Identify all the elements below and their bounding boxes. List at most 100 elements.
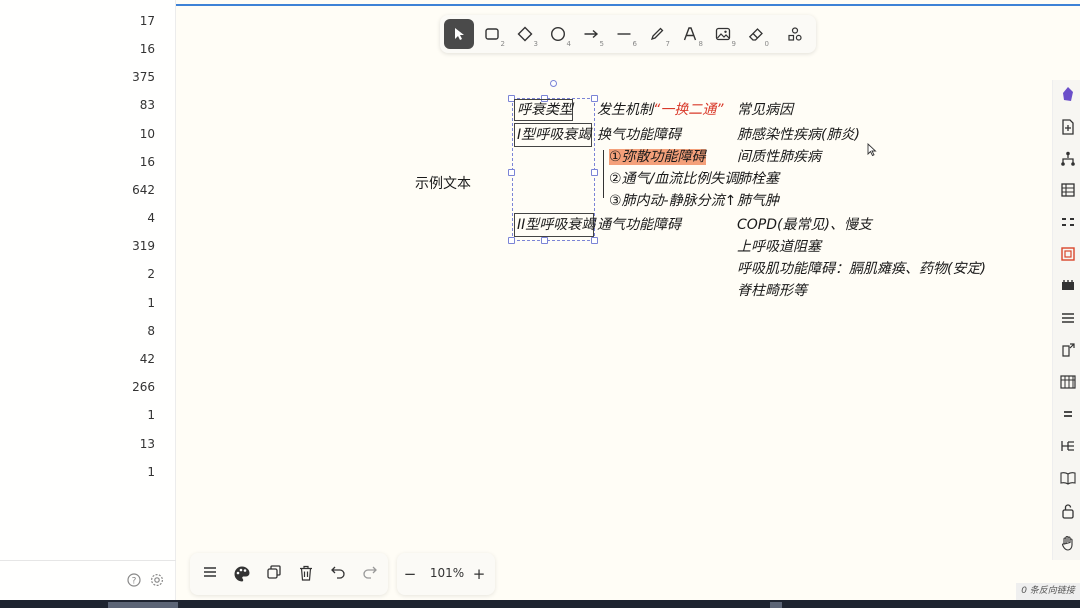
duplicate-button[interactable]	[265, 565, 283, 583]
file-count: 642	[132, 183, 155, 197]
type1-label[interactable]: I型呼吸衰竭	[517, 126, 591, 144]
shortcut-key: 4	[566, 40, 571, 48]
type2-cause-3[interactable]: 呼吸肌功能障碍：膈肌瘫痪、药物(安定)	[737, 260, 986, 278]
left-panel: 17 16 375 83 10 16 642 4 319 2 1 8 42 266 1 13 1 ?	[0, 0, 176, 600]
type2-mechanism[interactable]: 通气功能障碍	[597, 216, 681, 234]
menu-icon	[204, 567, 216, 577]
shortcut-key: 3	[533, 40, 538, 48]
type1-sub-item-2[interactable]: ②通气/血流比例失调	[609, 170, 738, 188]
drawing-toolbar: 2 3 4 5 6 7 8 9 0	[440, 15, 816, 53]
resize-handle[interactable]	[591, 237, 598, 244]
type1-sub-item-1[interactable]: ①弥散功能障碍	[609, 148, 706, 166]
open-external-icon[interactable]	[1060, 343, 1076, 359]
shapes-icon	[788, 27, 802, 41]
arrow-icon	[584, 29, 599, 39]
focus-frame-icon[interactable]	[1060, 247, 1076, 263]
right-dock	[1052, 80, 1080, 560]
kanban-icon[interactable]	[1060, 375, 1076, 391]
zoom-control: − 101% +	[397, 553, 495, 595]
new-file-icon[interactable]	[1060, 119, 1076, 135]
hand-icon[interactable]	[1060, 535, 1076, 551]
resize-handle[interactable]	[508, 237, 515, 244]
file-count: 1	[147, 465, 155, 479]
help-icon[interactable]: ?	[126, 573, 142, 589]
rectangle-tool-button[interactable]: 2	[477, 19, 507, 49]
file-count: 1	[147, 296, 155, 310]
zoom-value[interactable]: 101%	[427, 566, 467, 580]
image-tool-button[interactable]: 9	[708, 19, 738, 49]
type1-cause-4[interactable]: 肺气肿	[737, 192, 779, 210]
obsidian-icon[interactable]	[1060, 86, 1076, 102]
outline-icon[interactable]	[1060, 215, 1076, 231]
text-tool-button[interactable]: 8	[675, 19, 705, 49]
mechanism-header[interactable]: 发生机制“一换二通”	[597, 101, 724, 119]
bottom-toolbar	[190, 553, 388, 595]
type-header[interactable]: 呼衰类型	[517, 101, 573, 119]
resize-handle[interactable]	[541, 237, 548, 244]
type1-mechanism[interactable]: 换气功能障碍	[597, 126, 681, 144]
resize-handle[interactable]	[508, 169, 515, 176]
line-tool-button[interactable]: 6	[609, 19, 639, 49]
diamond-tool-button[interactable]: 3	[510, 19, 540, 49]
table-icon[interactable]	[1060, 183, 1076, 199]
palette-button[interactable]	[233, 565, 251, 583]
eraser-tool-button[interactable]: 0	[741, 19, 771, 49]
list-icon[interactable]	[1060, 311, 1076, 327]
file-count: 266	[132, 380, 155, 394]
image-icon	[715, 27, 731, 41]
calendar-icon[interactable]	[1060, 279, 1076, 295]
file-count: 375	[132, 70, 155, 84]
unlock-icon[interactable]	[1060, 503, 1076, 519]
file-count: 83	[139, 98, 155, 112]
type2-cause-1[interactable]: COPD(最常见)、慢支	[737, 216, 872, 234]
cursor-icon	[455, 28, 464, 40]
taskbar-item[interactable]	[108, 602, 178, 608]
file-count: 319	[132, 239, 155, 253]
type2-cause-4[interactable]: 脊柱畸形等	[737, 282, 807, 300]
redo-button[interactable]	[361, 565, 379, 583]
graph-icon[interactable]	[1060, 151, 1076, 167]
menu-button[interactable]	[201, 565, 219, 583]
type2-cause-2[interactable]: 上呼吸道阻塞	[737, 238, 821, 256]
shortcut-key: 9	[731, 40, 736, 48]
book-icon[interactable]	[1060, 471, 1076, 487]
settings-icon[interactable]	[149, 573, 165, 589]
library-tool-button[interactable]	[780, 19, 810, 49]
zoom-in-button[interactable]: +	[470, 565, 488, 583]
type1-cause-3[interactable]: 肺栓塞	[737, 170, 779, 188]
draw-tool-button[interactable]: 7	[642, 19, 672, 49]
undo-button[interactable]	[329, 565, 347, 583]
rotate-handle[interactable]	[550, 80, 557, 87]
ellipse-tool-button[interactable]: 4	[543, 19, 573, 49]
type2-label[interactable]: II型呼吸衰竭	[517, 216, 595, 234]
diamond-icon	[517, 26, 533, 42]
mouse-cursor-icon	[867, 143, 877, 157]
file-count: 16	[139, 42, 155, 56]
file-count: 2	[147, 267, 155, 281]
causes-header[interactable]: 常见病因	[737, 101, 793, 119]
file-count: 8	[147, 324, 155, 338]
branch-icon[interactable]	[1060, 439, 1076, 455]
resize-handle[interactable]	[591, 169, 598, 176]
palette-icon	[234, 566, 250, 582]
file-count: 4	[147, 211, 155, 225]
arrow-tool-button[interactable]: 5	[576, 19, 606, 49]
shortcut-key: 7	[665, 40, 670, 48]
heading-icon[interactable]	[1060, 407, 1076, 423]
svg-text:?: ?	[132, 577, 137, 587]
shortcut-key: 5	[599, 40, 604, 48]
file-count: 10	[139, 127, 155, 141]
shortcut-key: 6	[632, 40, 637, 48]
sample-text[interactable]: 示例文本	[415, 175, 471, 193]
backlinks-status[interactable]: 0 条反向链接	[1016, 583, 1080, 600]
eraser-icon	[748, 28, 763, 41]
taskbar-item[interactable]	[770, 602, 782, 608]
type1-cause-1[interactable]: 肺感染性疾病(肺炎)	[737, 126, 860, 144]
select-tool-button[interactable]	[444, 19, 474, 49]
zoom-out-button[interactable]: −	[401, 565, 419, 583]
type1-sub-item-3[interactable]: ③肺内动-静脉分流↑	[609, 192, 736, 210]
redo-icon	[363, 566, 377, 579]
file-count: 16	[139, 155, 155, 169]
delete-button[interactable]	[297, 565, 315, 583]
type1-cause-2[interactable]: 间质性肺疾病	[737, 148, 821, 166]
